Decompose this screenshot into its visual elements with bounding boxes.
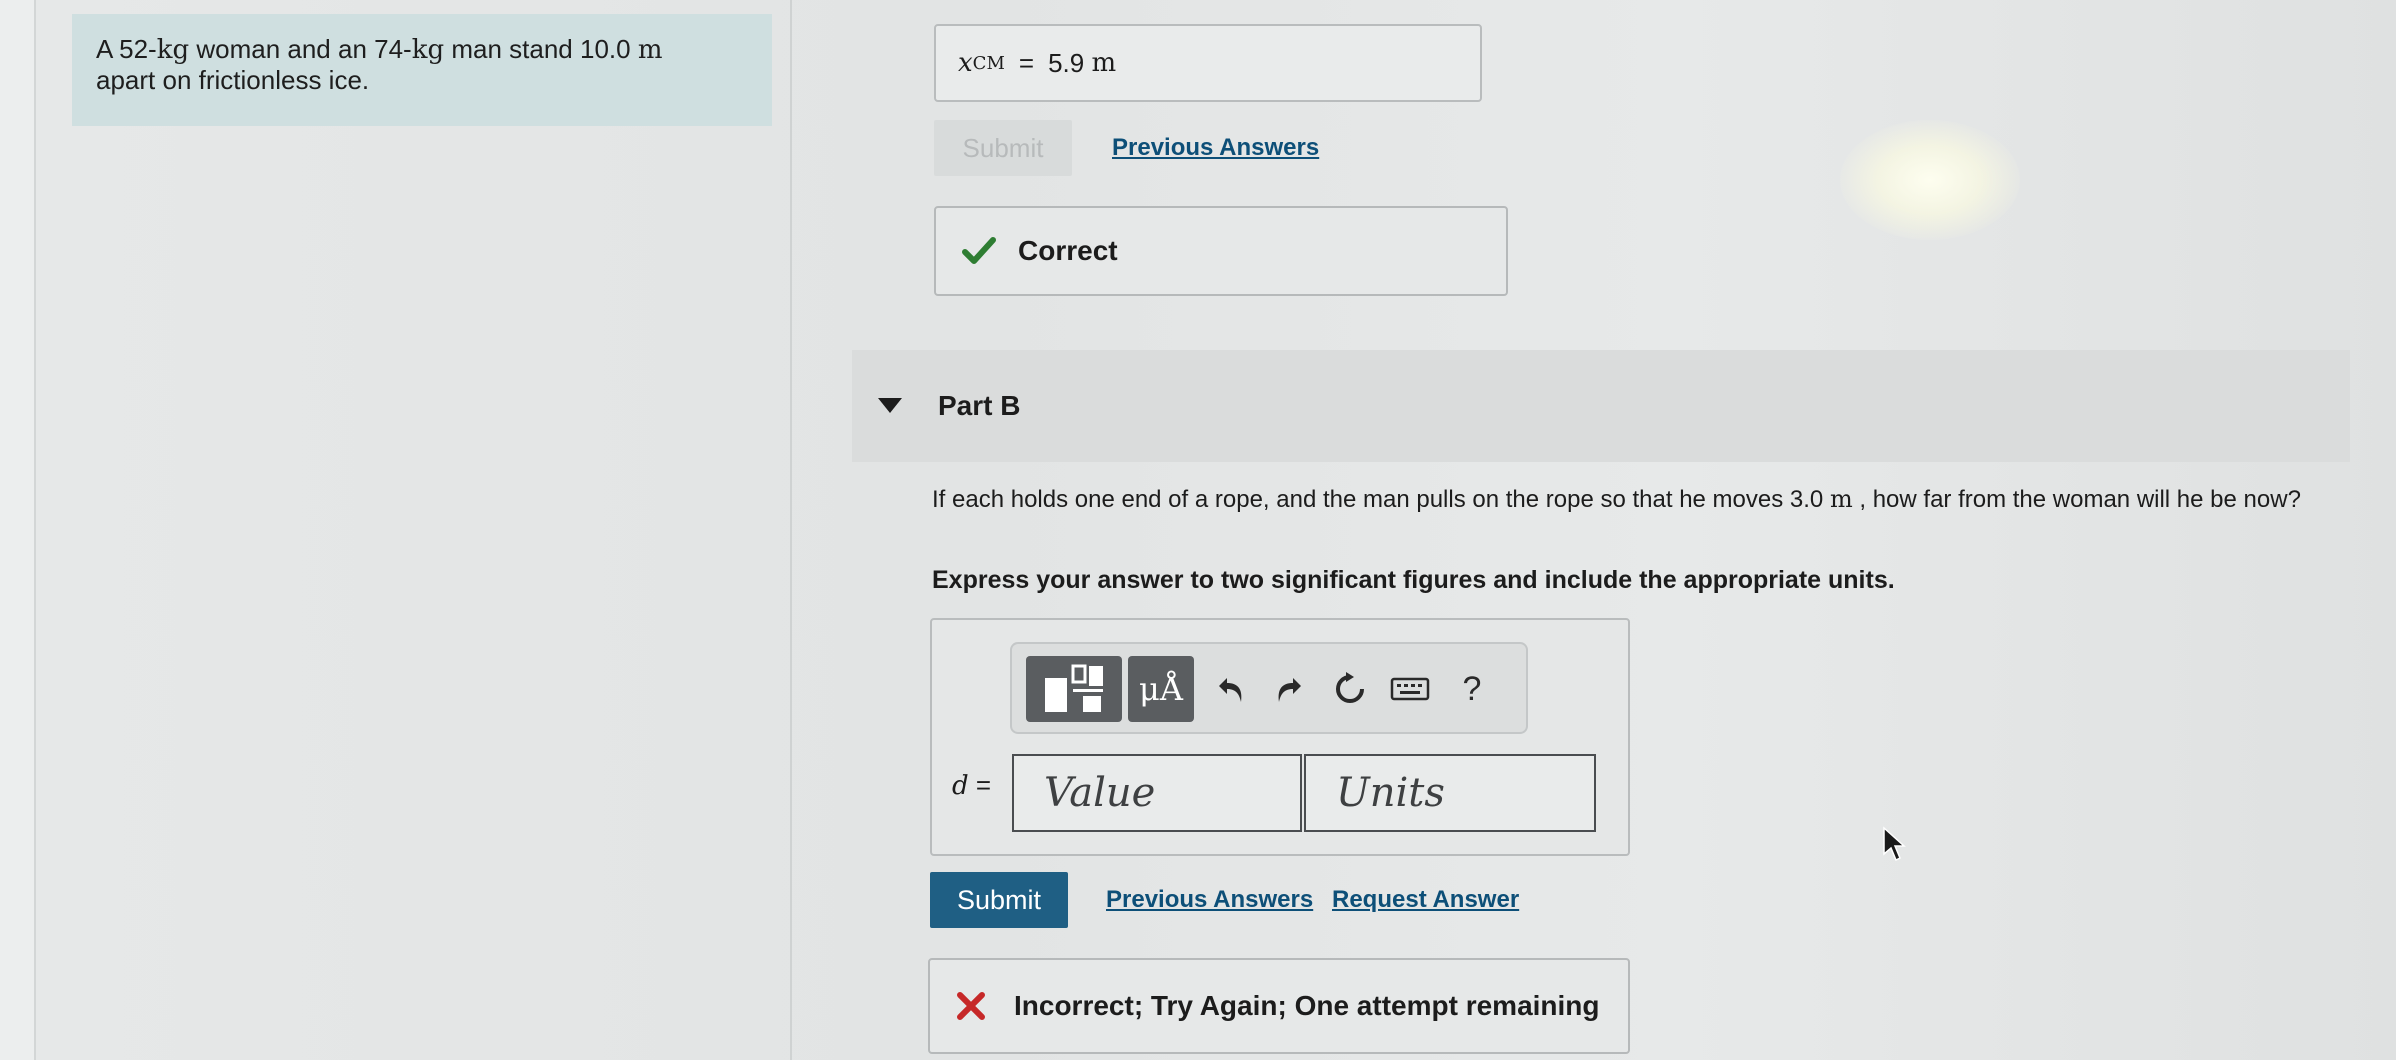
question-text-b: , how far from the woman will he be now?: [1852, 486, 2301, 513]
checkmark-icon: [962, 237, 996, 264]
units-symbol-button[interactable]: μÅ: [1128, 656, 1194, 722]
answer-value: 5.9: [1048, 47, 1085, 78]
problem-text-d: apart on frictionless ice.: [96, 65, 370, 95]
part-a-previous-answers-link[interactable]: Previous Answers: [1112, 134, 1319, 162]
part-b-instruction: Express your answer to two significant f…: [932, 566, 1895, 594]
part-b-feedback-box: Incorrect; Try Again; One attempt remain…: [928, 958, 1630, 1054]
problem-text-a: A 52-: [96, 34, 157, 64]
part-b-header[interactable]: Part B: [852, 350, 2350, 462]
problem-statement: A 52-kg woman and an 74-kg man stand 10.…: [72, 14, 772, 126]
question-text-a: If each holds one end of a rope, and the…: [932, 486, 1830, 513]
part-b-title: Part B: [938, 390, 1021, 421]
variable-d: d: [952, 771, 969, 801]
problem-text-c: man stand 10.0: [444, 34, 638, 64]
units-input[interactable]: Units: [1304, 754, 1596, 832]
help-icon[interactable]: ?: [1450, 666, 1494, 712]
redo-icon[interactable]: [1268, 666, 1312, 712]
part-b-previous-answers-link[interactable]: Previous Answers: [1106, 886, 1313, 914]
reset-icon[interactable]: [1328, 666, 1372, 712]
answer-subscript: CM: [972, 52, 1005, 74]
variable-label: d =: [952, 770, 991, 801]
part-b-question: If each holds one end of a rope, and the…: [932, 484, 2342, 515]
value-input[interactable]: Value: [1012, 754, 1302, 832]
request-answer-link[interactable]: Request Answer: [1332, 886, 1519, 914]
part-a-feedback-box: Correct: [934, 206, 1508, 296]
problem-unit-kg-2: kg: [411, 35, 445, 65]
math-toolbar: μÅ ?: [1010, 642, 1528, 734]
part-b-feedback-text: Incorrect; Try Again; One attempt remain…: [1014, 990, 1600, 1021]
part-a-answer-field: x CM = 5.9 m: [934, 24, 1482, 102]
x-mark-icon: [957, 992, 985, 1020]
problem-column: [36, 0, 792, 1060]
part-a-submit-button[interactable]: Submit: [934, 120, 1072, 176]
problem-text-b: woman and an 74-: [189, 34, 412, 64]
question-unit: m: [1829, 485, 1853, 513]
left-edge-strip: [0, 0, 36, 1060]
mouse-cursor-icon: [1883, 826, 1906, 862]
undo-icon[interactable]: [1208, 666, 1252, 712]
answer-input-panel: μÅ ? d = Value Units: [930, 618, 1630, 856]
templates-icon: [1045, 664, 1103, 712]
problem-unit-kg-1: kg: [156, 35, 190, 65]
screen-glare: [1840, 120, 2020, 240]
part-a-feedback-text: Correct: [1018, 235, 1118, 266]
keyboard-icon[interactable]: [1388, 666, 1432, 712]
answer-variable: x: [958, 48, 973, 78]
collapse-triangle-icon[interactable]: [878, 398, 902, 414]
answer-unit: m: [1091, 48, 1117, 78]
problem-unit-m: m: [637, 35, 663, 65]
part-b-submit-button[interactable]: Submit: [930, 872, 1068, 928]
page: A 52-kg woman and an 74-kg man stand 10.…: [0, 0, 2396, 1060]
variable-equals: =: [968, 770, 992, 800]
templates-button[interactable]: [1026, 656, 1122, 722]
answer-equals: =: [1018, 47, 1035, 78]
